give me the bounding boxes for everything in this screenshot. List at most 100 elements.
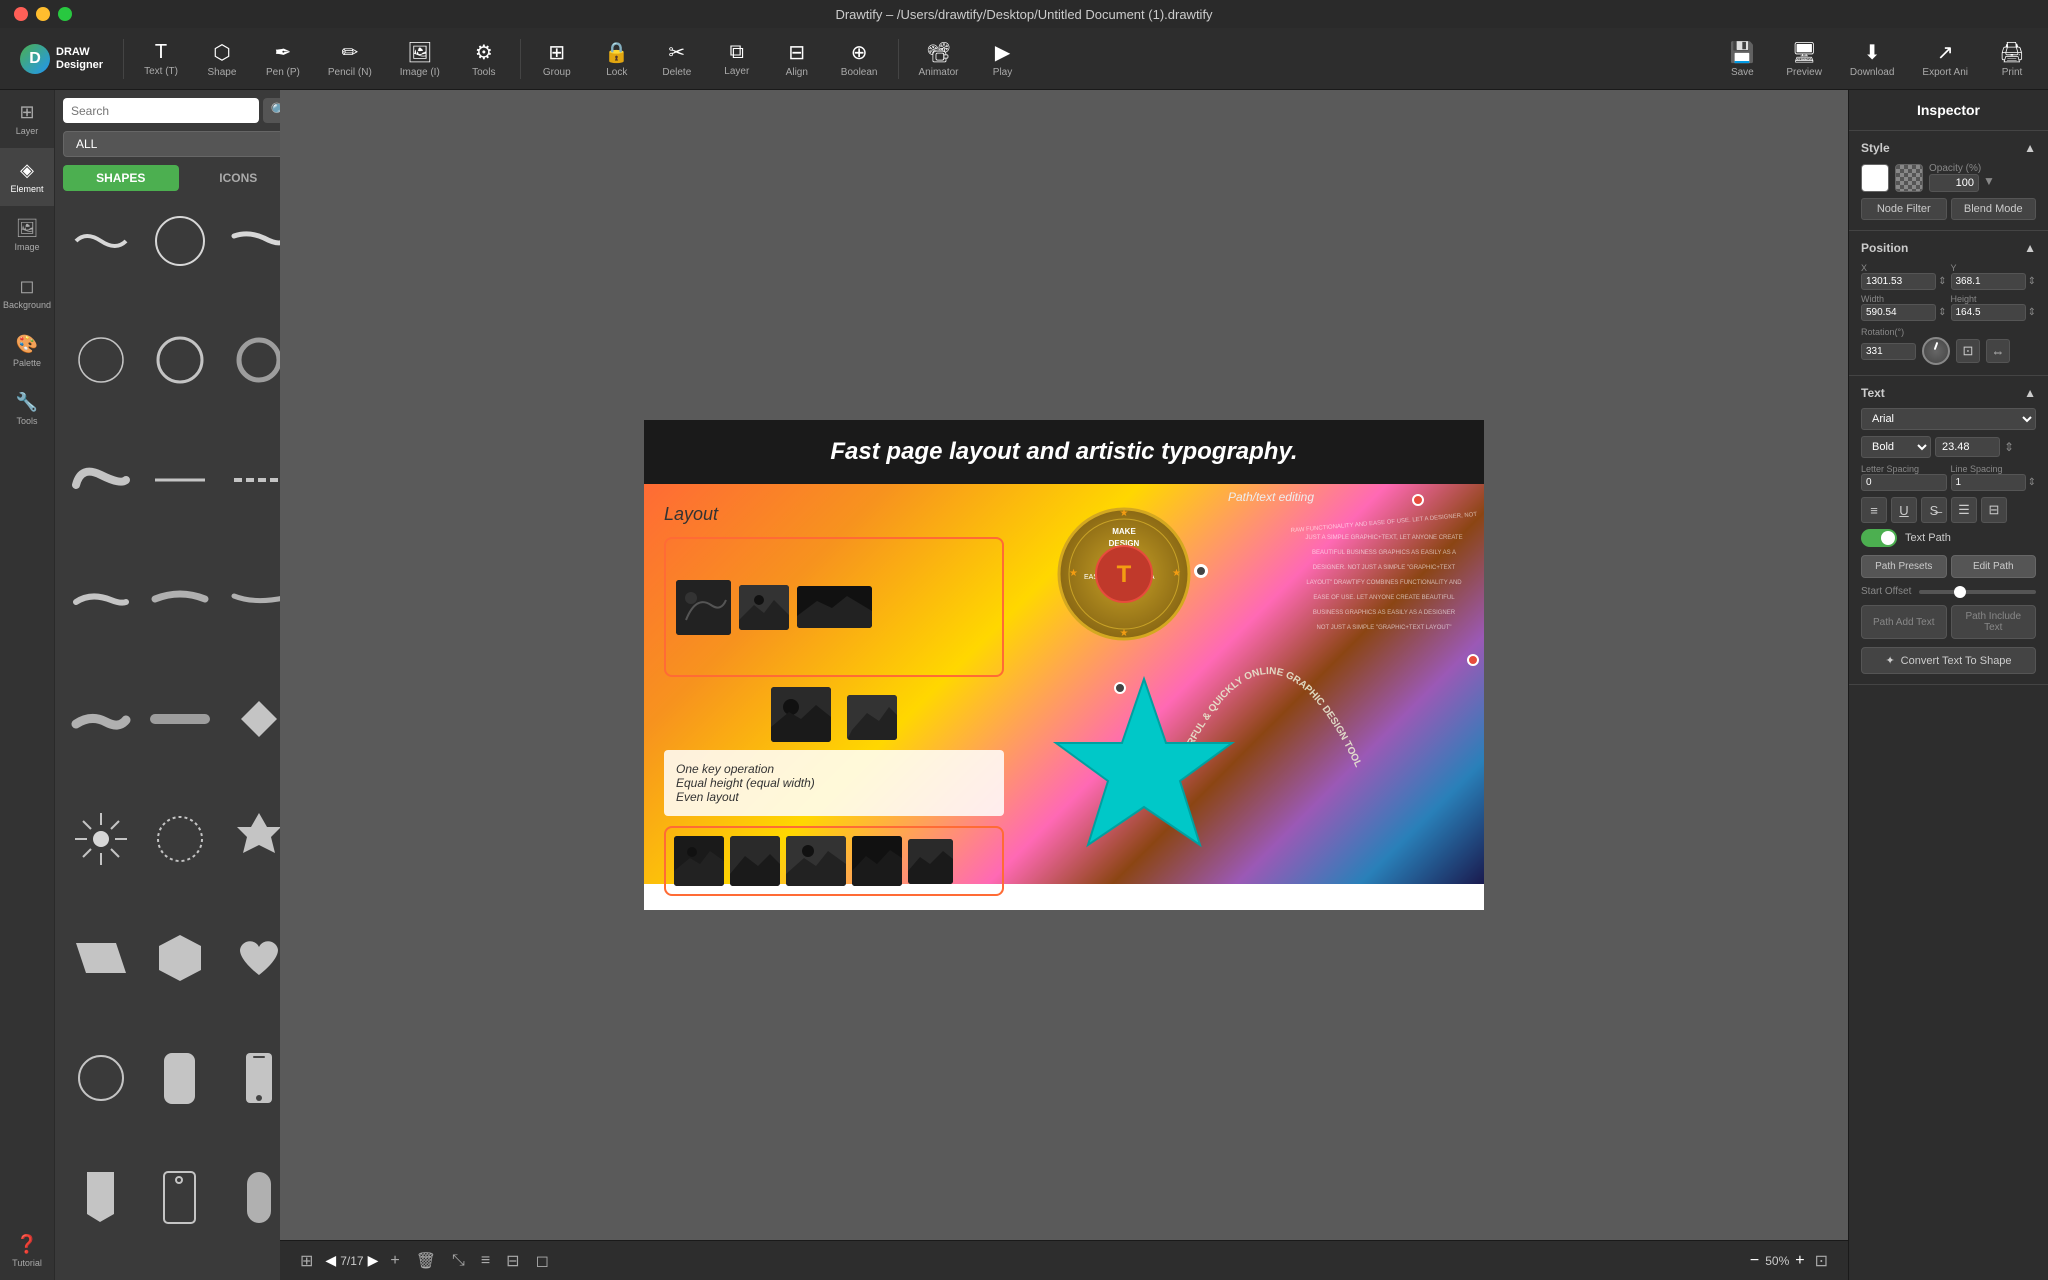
shape-item-brush7[interactable] [142,682,217,757]
toolbar-save[interactable]: 💾 Save [1714,36,1770,82]
height-input[interactable] [1951,304,2026,321]
toolbar-boolean[interactable]: ⊕ Boolean [829,36,890,82]
toolbar-download[interactable]: ⬇ Download [1838,36,1906,82]
teal-star[interactable] [1044,671,1244,874]
fill-color-swatch[interactable] [1861,164,1889,192]
x-stepper-icon[interactable]: ⇕ [1938,276,1946,287]
shape-item-hexagon[interactable] [142,921,217,996]
tab-icons[interactable]: ICONS [181,165,297,191]
maximize-button[interactable] [58,7,72,21]
toolbar-lock[interactable]: 🔒 Lock [589,36,645,82]
bullet-list-button[interactable]: ☰ [1951,497,1977,523]
canvas[interactable]: Fast page layout and artistic typography… [644,420,1484,910]
tab-shapes[interactable]: SHAPES [63,165,179,191]
path-include-text-button[interactable]: Path Include Text [1951,605,2037,639]
shape-item-blob1[interactable] [63,442,138,517]
y-stepper-icon[interactable]: ⇕ [2028,276,2036,287]
lock-ratio-button[interactable]: ⊡ [1956,339,1980,363]
opacity-dropdown-icon[interactable]: ▼ [1983,174,1995,192]
delete-page-button[interactable]: 🗑 [412,1249,440,1273]
line-spacing-stepper[interactable]: ⇕ [2028,477,2036,488]
layers-button[interactable]: ≡ [477,1250,494,1272]
font-select[interactable]: Arial [1861,408,2036,430]
width-stepper-icon[interactable]: ⇕ [1938,307,1946,318]
control-handle-bottom[interactable] [1114,682,1126,694]
shape-item-line[interactable] [142,442,217,517]
sidebar-item-element[interactable]: ◈ Element [0,148,54,206]
shape-item-circle-outline1[interactable] [142,203,217,278]
toolbar-align[interactable]: ⊟ Align [769,36,825,82]
align-left-button[interactable]: ≡ [1861,497,1887,523]
shape-item-tag1[interactable] [63,1160,138,1235]
sidebar-item-tools[interactable]: 🔧 Tools [0,380,54,438]
toolbar-layer[interactable]: ⧉ Layer [709,37,765,81]
control-handle-top[interactable] [1412,494,1424,506]
path-add-text-button[interactable]: Path Add Text [1861,605,1947,639]
text-collapse-icon[interactable]: ▲ [2024,386,2036,400]
start-offset-slider[interactable] [1919,590,2036,594]
sidebar-item-layer[interactable]: ⊞ Layer [0,90,54,148]
zoom-out-button[interactable]: − [1750,1252,1759,1270]
shape-item-brush3[interactable] [63,562,138,637]
toolbar-play[interactable]: ▶ Play [975,36,1031,82]
shape-item-parallelogram[interactable] [63,921,138,996]
blend-mode-button[interactable]: Blend Mode [1951,198,2037,220]
shape-item-circle-empty[interactable] [63,1041,138,1116]
control-handle-center[interactable] [1194,564,1208,578]
shape-item-tag2[interactable] [142,1160,217,1235]
opacity-input[interactable] [1929,174,1979,192]
text-path-toggle[interactable] [1861,529,1897,547]
width-input[interactable] [1861,304,1936,321]
stroke-color-swatch[interactable] [1895,164,1923,192]
canvas-content[interactable]: Fast page layout and artistic typography… [280,90,1848,1240]
rotation-knob[interactable] [1922,337,1950,365]
toolbar-delete[interactable]: ✂ Delete [649,36,705,82]
rotation-input[interactable] [1861,343,1916,360]
x-input[interactable] [1861,273,1936,290]
toolbar-pencil[interactable]: ✏ Pencil (N) [316,36,384,82]
close-button[interactable] [14,7,28,21]
style-collapse-icon[interactable]: ▲ [2024,141,2036,155]
toolbar-pen[interactable]: ✒ Pen (P) [254,36,312,82]
resize-button[interactable]: ⤡ [448,1250,469,1272]
sidebar-item-tutorial[interactable]: ❓ Tutorial [0,1222,54,1280]
sidebar-item-image[interactable]: 🖼 Image [0,206,54,264]
zoom-in-button[interactable]: + [1795,1252,1804,1270]
control-handle-right[interactable] [1467,654,1479,666]
font-style-select[interactable]: Bold [1861,436,1931,458]
toolbar-tools[interactable]: ⚙ Tools [456,36,512,82]
shape-item-rounded-rect[interactable] [142,1041,217,1116]
strikethrough-button[interactable]: S̶ [1921,497,1947,523]
y-input[interactable] [1951,273,2026,290]
toolbar-text[interactable]: T Text (T) [132,37,190,81]
ordered-list-button[interactable]: ⊟ [1981,497,2007,523]
toolbar-animator[interactable]: 📽 Animator [907,36,971,82]
toolbar-print[interactable]: 🖨 Print [1984,36,2040,82]
add-page-button[interactable]: + [386,1250,403,1272]
search-input[interactable] [63,98,259,123]
sidebar-item-background[interactable]: ◻ Background [0,264,54,322]
toolbar-export[interactable]: ↗ Export Ani [1910,36,1980,82]
letter-spacing-input[interactable] [1861,474,1947,491]
toolbar-shape[interactable]: ⬡ Shape [194,36,250,82]
node-filter-button[interactable]: Node Filter [1861,198,1947,220]
minimize-button[interactable] [36,7,50,21]
shape-item-brush6[interactable] [63,682,138,757]
next-page-button[interactable]: ▶ [368,1252,379,1269]
font-size-input[interactable] [1935,437,2000,457]
grid-button[interactable]: ⊟ [502,1249,523,1273]
sidebar-item-palette[interactable]: 🎨 Palette [0,322,54,380]
fit-button[interactable]: ⊡ [1811,1249,1832,1273]
toolbar-image[interactable]: 🖼 Image (I) [388,36,452,82]
prev-page-button[interactable]: ◀ [325,1252,336,1269]
height-stepper-icon[interactable]: ⇕ [2028,307,2036,318]
edit-path-button[interactable]: Edit Path [1951,555,2037,578]
shape-item-dotted-circle[interactable] [142,801,217,876]
flip-button[interactable]: ⇔ [1986,339,2010,363]
shape-item-circle-thin[interactable] [63,323,138,398]
grid-view-button[interactable]: ⊞ [296,1249,317,1273]
shape-item-sunburst[interactable] [63,801,138,876]
category-dropdown[interactable]: ALL [63,131,296,157]
shape-item-circle-medium[interactable] [142,323,217,398]
shape-item-brush4[interactable] [142,562,217,637]
